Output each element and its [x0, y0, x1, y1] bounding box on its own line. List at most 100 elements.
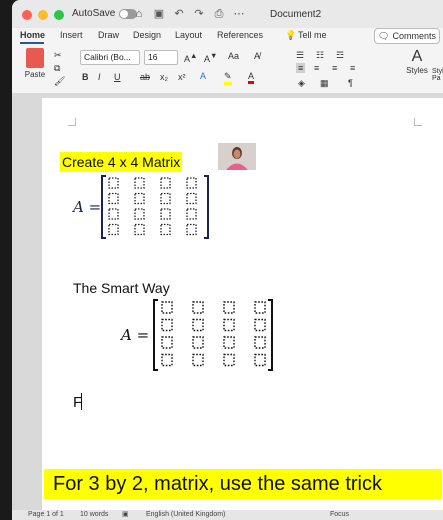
copy-icon[interactable]: ⧉	[54, 63, 60, 74]
strikethrough-icon[interactable]: ab	[140, 72, 150, 82]
matrix2-label: A =	[121, 326, 150, 344]
comments-button[interactable]: 🗨 Comments	[374, 28, 440, 44]
matrix-placeholder-box[interactable]	[192, 353, 204, 367]
cut-icon[interactable]: ✂	[54, 50, 62, 61]
home-icon[interactable]: ⌂	[132, 7, 146, 21]
matrix-placeholder-box[interactable]	[186, 223, 197, 236]
print-icon[interactable]: ⎙	[212, 7, 226, 21]
bold-icon[interactable]: B	[82, 72, 89, 82]
matrix-placeholder-box[interactable]	[192, 318, 204, 332]
undo-icon[interactable]: ↶	[172, 7, 186, 21]
italic-icon[interactable]: I	[98, 72, 101, 82]
subscript-icon[interactable]: x₂	[160, 72, 168, 82]
styles-pane-label: Styl Pa	[432, 68, 443, 82]
shading-icon[interactable]: ◈	[298, 78, 305, 89]
underline-icon[interactable]: U	[114, 72, 121, 82]
font-size-select[interactable]: 16	[144, 50, 178, 65]
font-name-select[interactable]: Calibri (Bo...	[80, 50, 140, 65]
more-icon[interactable]: ⋯	[232, 7, 246, 21]
matrix-placeholder-box[interactable]	[192, 301, 204, 314]
matrix-placeholder-box[interactable]	[186, 177, 197, 189]
multilevel-list-icon[interactable]: ☲	[336, 50, 344, 61]
align-left-icon[interactable]: ≡	[296, 63, 306, 73]
styles-icon: A	[411, 48, 423, 65]
matrix-placeholder-box[interactable]	[134, 177, 145, 189]
matrix-placeholder-box[interactable]	[186, 208, 197, 220]
matrix-placeholder-box[interactable]	[161, 301, 173, 314]
tab-tell-me[interactable]: Tell me	[298, 30, 327, 40]
autosave-control[interactable]: AutoSave	[72, 8, 138, 19]
styles-pane-button[interactable]: Styl Pa	[432, 68, 443, 82]
matrix-placeholder-box[interactable]	[254, 301, 266, 314]
matrix-placeholder-box[interactable]	[223, 353, 235, 367]
matrix-placeholder-box[interactable]	[108, 208, 119, 220]
tab-references[interactable]: References	[217, 30, 263, 40]
ribbon: Paste ✂ ⧉ 🖌 Calibri (Bo... 16 A▲ A▼ Aa A…	[12, 46, 443, 94]
tab-design[interactable]: Design	[133, 30, 161, 40]
matrix-placeholder-box[interactable]	[160, 223, 171, 236]
styles-button[interactable]: A Styles	[404, 48, 430, 75]
video-caption: For 3 by 2, matrix, use the same trick	[44, 469, 442, 499]
tab-home[interactable]: Home	[20, 30, 45, 40]
redo-icon[interactable]: ↷	[192, 7, 206, 21]
matrix-placeholder-box[interactable]	[161, 318, 173, 332]
justify-icon[interactable]: ≡	[350, 63, 355, 73]
heading-smart-way: The Smart Way	[73, 280, 170, 296]
minimize-window-button[interactable]	[38, 10, 48, 20]
show-formatting-icon[interactable]: ¶	[348, 78, 353, 88]
matrix1-placeholder-grid[interactable]	[100, 174, 212, 240]
margin-corner-top-left	[68, 118, 76, 126]
clear-formatting-icon[interactable]: A̸	[254, 51, 260, 61]
numbering-icon[interactable]: ☷	[316, 50, 324, 61]
proofing-icon[interactable]: ▣	[122, 510, 129, 518]
focus-button[interactable]: Focus	[330, 511, 349, 518]
matrix-placeholder-box[interactable]	[223, 318, 235, 332]
matrix-placeholder-box[interactable]	[223, 336, 235, 349]
grow-font-icon[interactable]: A▲	[184, 51, 197, 64]
bullets-icon[interactable]: ☰	[296, 50, 304, 61]
word-count[interactable]: 10 words	[80, 511, 108, 518]
borders-icon[interactable]: ▦	[320, 78, 329, 89]
close-window-button[interactable]	[22, 10, 32, 20]
matrix-placeholder-box[interactable]	[223, 301, 235, 314]
matrix-placeholder-box[interactable]	[254, 318, 266, 332]
language-indicator[interactable]: English (United Kingdom)	[146, 511, 225, 518]
matrix2-placeholder-grid[interactable]	[152, 298, 276, 372]
align-center-icon[interactable]: ≡	[314, 63, 319, 73]
align-right-icon[interactable]: ≡	[332, 63, 337, 73]
matrix-placeholder-box[interactable]	[160, 177, 171, 189]
matrix-placeholder-box[interactable]	[108, 192, 119, 205]
presenter-image	[218, 143, 256, 170]
page-count[interactable]: Page 1 of 1	[28, 511, 64, 518]
save-icon[interactable]: ▣	[152, 7, 166, 21]
text-effects-icon[interactable]: A	[200, 71, 206, 81]
matrix-placeholder-box[interactable]	[161, 336, 173, 349]
shrink-font-icon[interactable]: A▼	[204, 51, 217, 64]
matrix-placeholder-box[interactable]	[134, 223, 145, 236]
matrix-placeholder-box[interactable]	[161, 353, 173, 367]
zoom-window-button[interactable]	[54, 10, 64, 20]
matrix-placeholder-box[interactable]	[108, 177, 119, 189]
format-painter-icon[interactable]: 🖌	[54, 76, 65, 87]
matrix-placeholder-box[interactable]	[254, 336, 266, 349]
tab-insert[interactable]: Insert	[60, 30, 83, 40]
highlight-icon[interactable]: ✎	[224, 71, 232, 85]
paste-button[interactable]: Paste	[20, 48, 50, 79]
tell-me-icon[interactable]: 💡	[285, 30, 296, 41]
matrix-placeholder-box[interactable]	[160, 208, 171, 220]
matrix-placeholder-box[interactable]	[160, 192, 171, 205]
tab-layout[interactable]: Layout	[175, 30, 202, 40]
change-case-icon[interactable]: Aa	[228, 51, 239, 61]
styles-label: Styles	[406, 66, 428, 75]
matrix-placeholder-box[interactable]	[254, 353, 266, 367]
matrix-placeholder-box[interactable]	[134, 208, 145, 220]
word-window: AutoSave ⌂ ▣ ↶ ↷ ⎙ ⋯ Document2 Home Inse…	[12, 0, 443, 520]
matrix-placeholder-box[interactable]	[186, 192, 197, 205]
font-color-icon[interactable]: A	[248, 71, 255, 84]
matrix-placeholder-box[interactable]	[108, 223, 119, 236]
margin-corner-top-right	[414, 118, 422, 126]
superscript-icon[interactable]: x²	[178, 72, 186, 82]
matrix-placeholder-box[interactable]	[134, 192, 145, 205]
matrix-placeholder-box[interactable]	[192, 336, 204, 349]
tab-draw[interactable]: Draw	[98, 30, 119, 40]
